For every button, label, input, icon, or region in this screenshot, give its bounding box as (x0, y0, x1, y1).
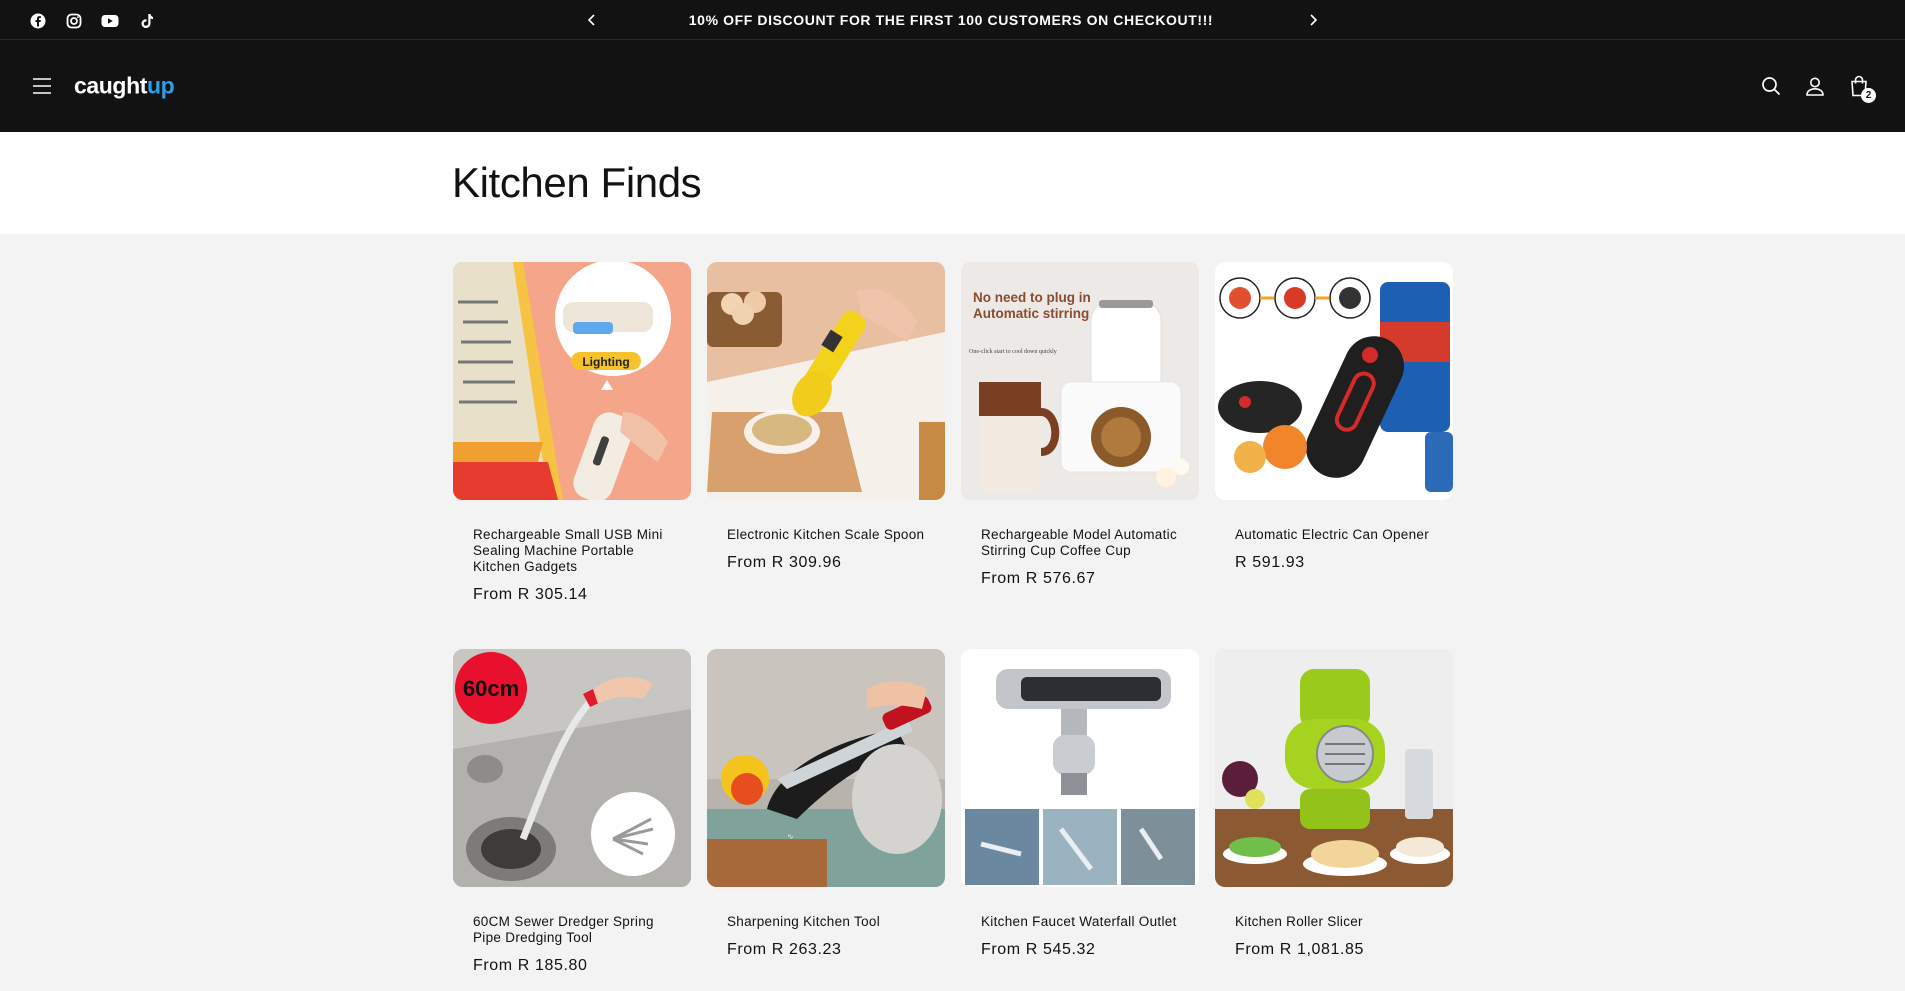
dredger-badge-text: 60cm (463, 676, 519, 701)
product-image[interactable]: 60cm (453, 649, 691, 887)
product-card[interactable]: ∿ Sharpening Kitchen Tool From R 263.23 (707, 649, 945, 986)
header-actions: 2 (1759, 74, 1876, 103)
collection-header: Kitchen Finds (0, 132, 1905, 234)
product-price: From R 185.80 (473, 957, 588, 974)
product-image[interactable] (1215, 649, 1453, 887)
account-icon (1806, 77, 1824, 96)
search-icon (1762, 77, 1781, 96)
cup-headline-2: Automatic stirring (973, 306, 1089, 321)
chevron-left-icon (587, 14, 595, 26)
product-image[interactable] (707, 262, 945, 500)
product-image[interactable] (1215, 262, 1453, 500)
logo-text-primary: caught (74, 72, 147, 99)
social-links (28, 11, 156, 31)
product-price: From R 263.23 (727, 941, 842, 958)
product-card[interactable]: Kitchen Roller Slicer From R 1,081.85 (1215, 649, 1453, 986)
product-card[interactable]: No need to plug in Automatic stirring On… (961, 262, 1199, 599)
cup-subline: One-click start to cool down quickly (969, 349, 1057, 355)
product-image[interactable] (961, 649, 1199, 887)
product-title[interactable]: Rechargeable Small USB Mini Sealing Mach… (473, 527, 671, 575)
search-button[interactable] (1759, 74, 1783, 98)
product-grid: Lighting Rechargeable Small USB Mini Sea… (453, 262, 1453, 986)
product-price: From R 1,081.85 (1235, 941, 1365, 958)
product-price: From R 576.67 (981, 570, 1096, 587)
announcement-message: 10% OFF DISCOUNT FOR THE FIRST 100 CUSTO… (688, 12, 1214, 28)
product-card[interactable]: Electronic Kitchen Scale Spoon From R 30… (707, 262, 945, 599)
menu-button[interactable] (30, 74, 54, 98)
account-button[interactable] (1803, 74, 1827, 98)
announcement-prev-button[interactable] (581, 9, 603, 31)
product-title[interactable]: 60CM Sewer Dredger Spring Pipe Dredging … (473, 914, 671, 946)
instagram-icon[interactable] (64, 11, 84, 31)
store-logo[interactable]: caughtup (74, 72, 175, 100)
announcement-next-button[interactable] (1302, 9, 1324, 31)
facebook-icon[interactable] (28, 11, 48, 31)
product-title[interactable]: Sharpening Kitchen Tool (727, 914, 925, 930)
sealer-badge-text: Lighting (582, 355, 629, 369)
product-card[interactable]: 60cm 60CM Sewer Dredger Spring Pipe Dred… (453, 649, 691, 986)
logo-text-accent: up (147, 72, 175, 99)
menu-icon (33, 78, 51, 94)
page-title: Kitchen Finds (452, 159, 702, 206)
product-title[interactable]: Electronic Kitchen Scale Spoon (727, 527, 925, 543)
site-header: caughtup 2 (0, 40, 1905, 132)
product-image[interactable]: ∿ (707, 649, 945, 887)
cup-headline-1: No need to plug in (973, 290, 1091, 305)
product-price: From R 309.96 (727, 554, 842, 571)
product-title[interactable]: Rechargeable Model Automatic Stirring Cu… (981, 527, 1179, 559)
product-image[interactable]: Lighting (453, 262, 691, 500)
product-title[interactable]: Kitchen Faucet Waterfall Outlet (981, 914, 1179, 930)
svg-text:∿: ∿ (787, 832, 794, 841)
announcement-bar: 10% OFF DISCOUNT FOR THE FIRST 100 CUSTO… (0, 0, 1905, 40)
cart-count-badge: 2 (1861, 88, 1876, 103)
product-price: From R 305.14 (473, 586, 588, 603)
product-card[interactable]: Automatic Electric Can Opener R 591.93 (1215, 262, 1453, 599)
product-price: From R 545.32 (981, 941, 1096, 958)
product-card[interactable]: Lighting Rechargeable Small USB Mini Sea… (453, 262, 691, 603)
cart-button[interactable]: 2 (1847, 74, 1876, 103)
product-title[interactable]: Kitchen Roller Slicer (1235, 914, 1433, 930)
product-image[interactable]: No need to plug in Automatic stirring On… (961, 262, 1199, 500)
youtube-icon[interactable] (100, 11, 120, 31)
product-price: R 591.93 (1235, 554, 1305, 571)
product-title[interactable]: Automatic Electric Can Opener (1235, 527, 1433, 543)
product-card[interactable]: Kitchen Faucet Waterfall Outlet From R 5… (961, 649, 1199, 986)
tiktok-icon[interactable] (136, 11, 156, 31)
chevron-right-icon (1310, 14, 1318, 26)
